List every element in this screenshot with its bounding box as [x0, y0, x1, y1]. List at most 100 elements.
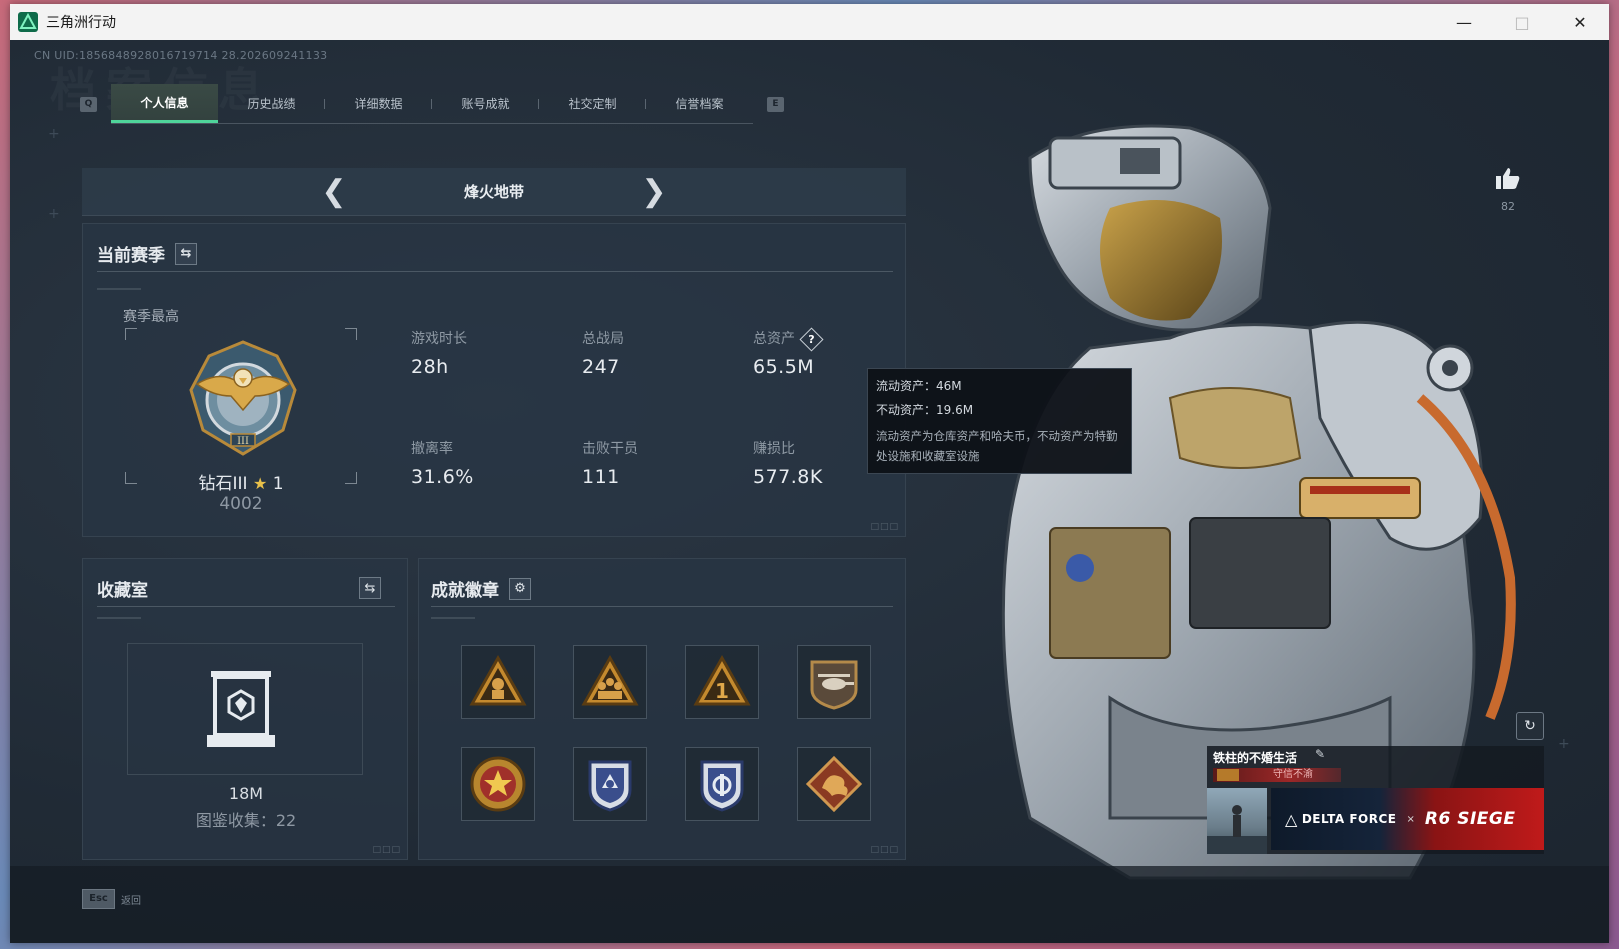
- stat-value: 577.8K: [753, 466, 823, 488]
- tab-achievements[interactable]: 账号成就: [432, 84, 539, 123]
- decor-dash: [97, 288, 141, 290]
- stat-extract-rate: 撤离率 31.6%: [411, 438, 474, 488]
- tab-prev-key[interactable]: Q: [80, 96, 97, 112]
- diamond-rank-icon: III: [189, 340, 297, 456]
- title-bar: 三角洲行动 — □ ✕: [10, 4, 1609, 40]
- stat-value: 31.6%: [411, 466, 474, 488]
- stat-profit-ratio: 赚损比 577.8K: [753, 438, 823, 488]
- banner-cross: ×: [1406, 813, 1415, 825]
- stat-value: 65.5M: [753, 356, 815, 378]
- rank-name: 钻石III ★ 1: [83, 469, 399, 494]
- decor-dash: [431, 617, 475, 619]
- helicopter-badge-icon[interactable]: [797, 645, 871, 719]
- stat-label: 总战局: [582, 331, 624, 347]
- esc-key: Esc: [82, 889, 115, 909]
- delta-triangle-icon: △: [1285, 809, 1298, 829]
- season-title: 当前赛季 ⇆: [97, 241, 197, 266]
- game-window: 三角洲行动 — □ ✕ 档案信息 CN UID:1856848928016719…: [10, 4, 1609, 943]
- map-selector: ❮ 烽火地带 ❯: [82, 168, 906, 216]
- tab-credit[interactable]: 信誉档案: [646, 84, 753, 123]
- refresh-icon[interactable]: ↻: [1516, 712, 1544, 740]
- uid-label: CN UID:1856848928016719714 28.2026092411…: [34, 49, 328, 62]
- tooltip-liquid-assets: 流动资产：46M: [876, 379, 962, 393]
- stat-value: 28h: [411, 356, 449, 378]
- tab-label: 个人信息: [140, 95, 189, 110]
- close-button[interactable]: ✕: [1551, 4, 1609, 40]
- decor-dash: [97, 617, 141, 619]
- window-title: 三角洲行动: [46, 15, 116, 31]
- tab-label: 账号成就: [461, 97, 510, 111]
- assets-tooltip: 流动资产：46M 不动资产：19.6M 流动资产为仓库资产和哈夫币，不动资产为特…: [867, 368, 1132, 474]
- stat-value: 111: [582, 466, 620, 488]
- like-count: 82: [1501, 200, 1515, 213]
- stat-kills: 击败干员 111: [582, 438, 638, 488]
- back-button[interactable]: Esc 返回: [82, 889, 141, 909]
- tab-bar: Q 个人信息 历史战绩 详细数据 账号成就 社交定制 信誉档案 E: [80, 84, 784, 124]
- tab-details[interactable]: 详细数据: [325, 84, 432, 123]
- bottom-bar: Esc 返回: [10, 866, 1609, 943]
- title-tag-text: 守信不渝: [1273, 769, 1313, 780]
- corner-decor: □□□: [870, 522, 899, 532]
- edit-pencil-icon[interactable]: ✎: [1315, 747, 1325, 761]
- tab-next-key[interactable]: E: [767, 96, 784, 112]
- map-name: 烽火地带: [463, 183, 524, 201]
- season-title-text: 当前赛季: [97, 246, 165, 266]
- stat-label: 击败干员: [582, 441, 638, 457]
- player-title-tag: 守信不渝: [1213, 768, 1341, 782]
- svg-text:1: 1: [715, 679, 729, 703]
- tab-history[interactable]: 历史战绩: [218, 84, 325, 123]
- title-emblem-icon: [1217, 769, 1239, 781]
- corner-decor: □□□: [372, 845, 401, 855]
- star-medal-icon[interactable]: [461, 747, 535, 821]
- player-banner: △ DELTA FORCE × R6 SIEGE: [1271, 788, 1544, 850]
- chevron-left-icon[interactable]: ❮: [309, 174, 359, 209]
- player-avatar: [1207, 788, 1267, 854]
- stat-label: 赚损比: [753, 441, 795, 457]
- stat-total-assets: 总资产? 65.5M: [753, 326, 824, 378]
- badges-title-text: 成就徽章: [431, 581, 499, 601]
- collection-count: 图鉴收集：22: [195, 811, 297, 830]
- season-panel: 当前赛季 ⇆ 赛季最高 III 钻石III ★ 1 4002 游戏时长 28h …: [82, 223, 906, 537]
- stat-label: 游戏时长: [411, 331, 467, 347]
- switch-icon[interactable]: ⇆: [359, 577, 381, 599]
- shield-blue-b-icon[interactable]: [685, 747, 759, 821]
- gear-icon[interactable]: ⚙: [509, 577, 531, 600]
- game-viewport: 档案信息 CN UID:1856848928016719714 28.20260…: [10, 40, 1609, 943]
- tab-profile[interactable]: 个人信息: [111, 84, 218, 123]
- like-button[interactable]: 82: [1488, 166, 1528, 213]
- badges-panel: 成就徽章 ⚙ 1 □□□: [418, 558, 906, 860]
- crosshair-decor: +: [1558, 736, 1570, 752]
- stat-label: 总资产: [753, 331, 795, 347]
- stat-value: 247: [582, 356, 620, 378]
- collection-panel[interactable]: 收藏室 ⇆ 18M 图鉴收集：22 □□□: [82, 558, 408, 860]
- triangle-operator-icon[interactable]: [461, 645, 535, 719]
- collection-value: 18M: [228, 784, 264, 803]
- divider: [97, 606, 395, 607]
- avatar-figure-icon: [1207, 805, 1267, 854]
- banner-collab: R6 SIEGE: [1424, 809, 1516, 829]
- tab-social[interactable]: 社交定制: [539, 84, 646, 123]
- tab-label: 详细数据: [354, 97, 403, 111]
- back-label: 返回: [121, 895, 141, 907]
- corner-decor: □□□: [870, 845, 899, 855]
- stat-label: 撤离率: [411, 441, 453, 457]
- triangle-number-one-icon[interactable]: 1: [685, 645, 759, 719]
- maximize-button[interactable]: □: [1493, 4, 1551, 40]
- tab-label: 信誉档案: [675, 97, 724, 111]
- crosshair-decor: +: [48, 126, 60, 142]
- dragon-badge-icon[interactable]: [797, 747, 871, 821]
- divider: [431, 606, 893, 607]
- shield-blue-a-icon[interactable]: [573, 747, 647, 821]
- switch-icon[interactable]: ⇆: [175, 242, 197, 265]
- player-card[interactable]: 铁柱的不婚生活 ✎ 守信不渝 △ DELTA FORCE × R6 SIEGE: [1207, 746, 1544, 854]
- triangle-squad-icon[interactable]: [573, 645, 647, 719]
- rank-star-count: 1: [272, 474, 284, 494]
- chevron-right-icon[interactable]: ❯: [629, 174, 679, 209]
- svg-text:III: III: [237, 436, 249, 447]
- minimize-button[interactable]: —: [1435, 4, 1493, 40]
- rank-name-text: 钻石III: [198, 474, 248, 494]
- player-name: 铁柱的不婚生活: [1213, 751, 1298, 765]
- tab-label: 社交定制: [568, 97, 617, 111]
- divider: [97, 271, 893, 272]
- help-icon[interactable]: ?: [799, 326, 824, 352]
